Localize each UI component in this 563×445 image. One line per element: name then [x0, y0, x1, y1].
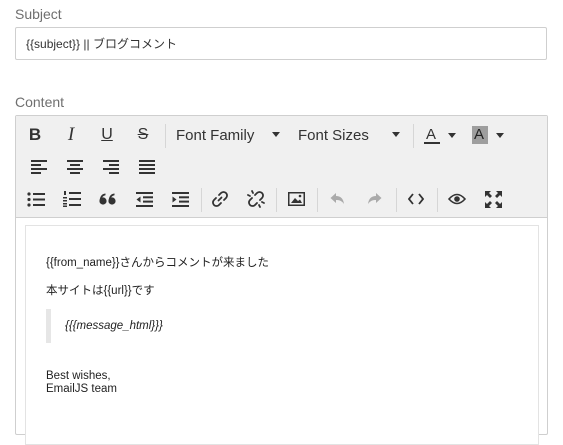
link-icon	[212, 191, 228, 207]
eye-icon	[448, 193, 466, 205]
body-line-from-name: {{from_name}}さんからコメントが来ました	[46, 257, 270, 269]
font-family-label: Font Family	[176, 126, 255, 144]
align-left-icon	[31, 160, 47, 174]
underline-icon: U	[101, 126, 113, 143]
insert-image-button[interactable]	[282, 186, 310, 212]
subject-label: Subject	[15, 6, 62, 22]
signature-line-1: Best wishes,	[46, 370, 111, 382]
outdent-icon	[135, 191, 153, 207]
blockquote-button[interactable]	[94, 186, 122, 212]
align-justify-button[interactable]	[133, 154, 161, 180]
underline-button[interactable]: U	[93, 122, 121, 148]
blockquote: {{{message_html}}}	[46, 309, 516, 343]
content-editor: B I U S Font Family Font Sizes A A {{fro…	[15, 115, 548, 445]
redo-icon	[368, 193, 382, 204]
chevron-down-icon	[448, 132, 456, 138]
remove-link-button[interactable]	[242, 186, 270, 212]
align-right-button[interactable]	[97, 154, 125, 180]
toolbar-separator	[165, 124, 166, 148]
font-color-icon: A	[424, 126, 440, 144]
numbered-list-icon	[63, 191, 81, 207]
bold-icon: B	[28, 125, 42, 144]
subject-input[interactable]	[15, 27, 547, 60]
font-sizes-dropdown[interactable]: Font Sizes	[298, 122, 400, 148]
chevron-down-icon	[496, 132, 504, 138]
align-center-icon	[67, 160, 83, 174]
toolbar-separator	[276, 188, 277, 212]
quote-icon	[99, 193, 116, 205]
redo-button[interactable]	[360, 186, 388, 212]
indent-icon	[171, 191, 189, 207]
font-color-button[interactable]: A	[420, 122, 460, 148]
content-label: Content	[15, 94, 65, 110]
toolbar-separator	[396, 188, 397, 212]
bold-button[interactable]: B	[21, 122, 49, 148]
image-icon	[287, 192, 305, 206]
insert-link-button[interactable]	[206, 186, 234, 212]
fullscreen-icon	[484, 190, 502, 208]
fullscreen-button[interactable]	[479, 186, 507, 212]
toolbar-separator	[317, 188, 318, 212]
undo-icon	[330, 193, 344, 204]
align-left-button[interactable]	[25, 154, 53, 180]
strikethrough-button[interactable]: S	[129, 122, 157, 148]
source-code-button[interactable]	[402, 186, 430, 212]
body-line-url: 本サイトは{{url}}です	[46, 285, 155, 297]
italic-button[interactable]: I	[57, 122, 85, 148]
chevron-down-icon	[392, 132, 400, 137]
editor-content-area[interactable]: {{from_name}}さんからコメントが来ました 本サイトは{{url}}で…	[25, 225, 539, 445]
numbered-list-button[interactable]	[58, 186, 86, 212]
editor-toolbar: B I U S Font Family Font Sizes A A	[16, 116, 547, 218]
align-justify-icon	[139, 160, 155, 174]
strikethrough-icon: S	[137, 126, 149, 143]
align-center-button[interactable]	[61, 154, 89, 180]
code-icon	[408, 193, 424, 205]
font-family-dropdown[interactable]: Font Family	[176, 122, 280, 148]
toolbar-separator	[413, 124, 414, 148]
chevron-down-icon	[272, 132, 280, 137]
italic-icon: I	[67, 124, 75, 145]
outdent-button[interactable]	[130, 186, 158, 212]
background-color-icon: A	[472, 126, 488, 144]
undo-button[interactable]	[324, 186, 352, 212]
preview-button[interactable]	[443, 186, 471, 212]
align-right-icon	[103, 160, 119, 174]
toolbar-separator	[201, 188, 202, 212]
font-sizes-label: Font Sizes	[298, 126, 369, 144]
blockquote-text: {{{message_html}}}	[65, 320, 163, 332]
indent-button[interactable]	[166, 186, 194, 212]
background-color-button[interactable]: A	[468, 122, 508, 148]
toolbar-separator	[437, 188, 438, 212]
unlink-icon	[247, 190, 265, 208]
bullet-list-button[interactable]	[22, 186, 50, 212]
bullet-list-icon	[27, 191, 45, 207]
signature-line-2: EmailJS team	[46, 383, 117, 395]
